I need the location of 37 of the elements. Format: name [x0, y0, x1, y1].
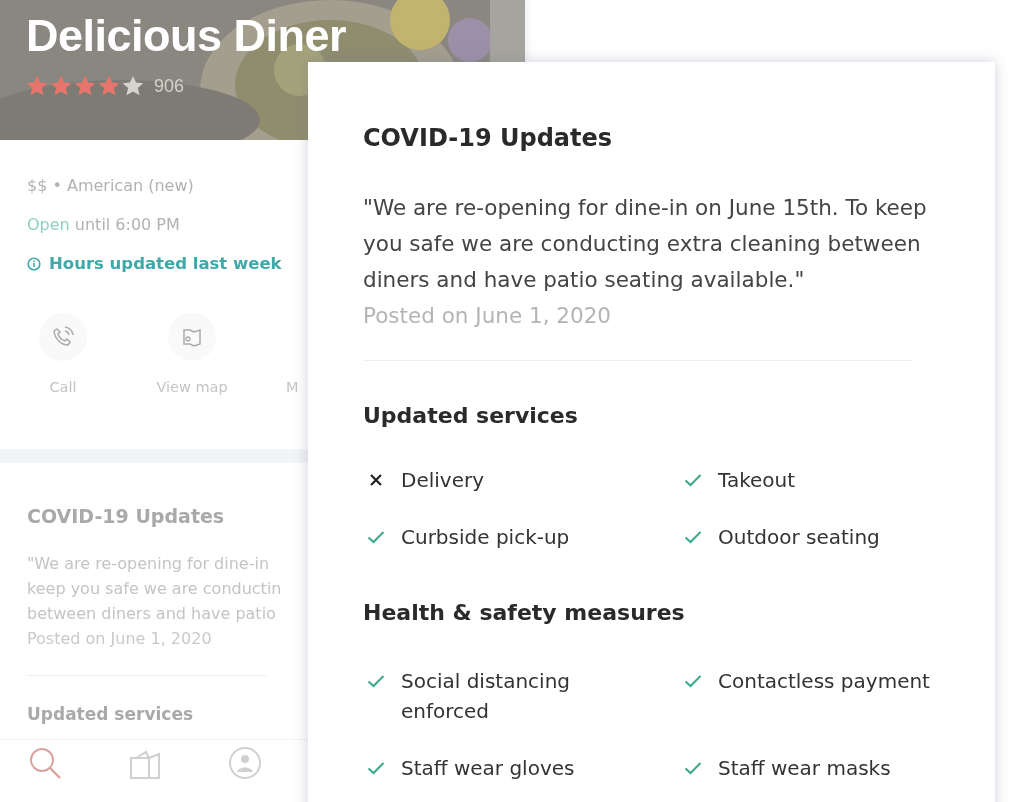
hours-note: Hours updated last week: [49, 254, 282, 273]
service-label: Delivery: [401, 467, 485, 494]
star-icon: [122, 75, 144, 97]
service-label: Takeout: [718, 467, 796, 494]
star-icon: [26, 75, 48, 97]
restaurant-name: Delicious Diner: [26, 14, 348, 58]
service-label: Contactless payment: [718, 668, 930, 695]
star-icon: [50, 75, 72, 97]
update-text-line: between diners and have patio: [27, 603, 276, 625]
review-count: 906: [154, 75, 185, 97]
map-button[interactable]: [168, 313, 216, 361]
action-label: View map: [156, 379, 228, 395]
posted-date: Posted on June 1, 2020: [363, 302, 612, 330]
service-label: Social distancing enforced: [401, 668, 572, 725]
section-title: Health & safety measures: [363, 600, 685, 626]
info-icon: [27, 256, 41, 271]
call-button[interactable]: [39, 313, 87, 361]
card-title: COVID-19 Updates: [363, 124, 614, 152]
update-message: "We are re-opening for dine-in on June 15th. To keep you safe we are conducting extra cleaning between diners and have patio seating available.": [363, 194, 928, 294]
star-icon: [98, 75, 120, 97]
service-label: Outdoor seating: [718, 524, 880, 551]
search-icon[interactable]: [28, 746, 62, 780]
open-hours: Open until 6:00 PM: [27, 215, 180, 234]
update-text-line: keep you safe we are conductin: [27, 578, 282, 600]
action-label: Call: [49, 379, 77, 395]
section-title: Updated services: [363, 403, 578, 429]
action-label: M: [286, 379, 299, 395]
star-icon: [74, 75, 96, 97]
phone-icon: [51, 325, 75, 349]
profile-icon[interactable]: [228, 746, 262, 780]
section-title: COVID-19 Updates: [27, 505, 225, 527]
section-title: Updated services: [27, 704, 194, 724]
service-label: Staff wear gloves: [401, 755, 575, 782]
price-cuisine: $$ • American (new): [27, 176, 194, 195]
service-label: Curbside pick-up: [401, 524, 570, 551]
update-text-line: "We are re-opening for dine-in: [27, 553, 270, 575]
service-label: Staff wear masks: [718, 755, 891, 782]
